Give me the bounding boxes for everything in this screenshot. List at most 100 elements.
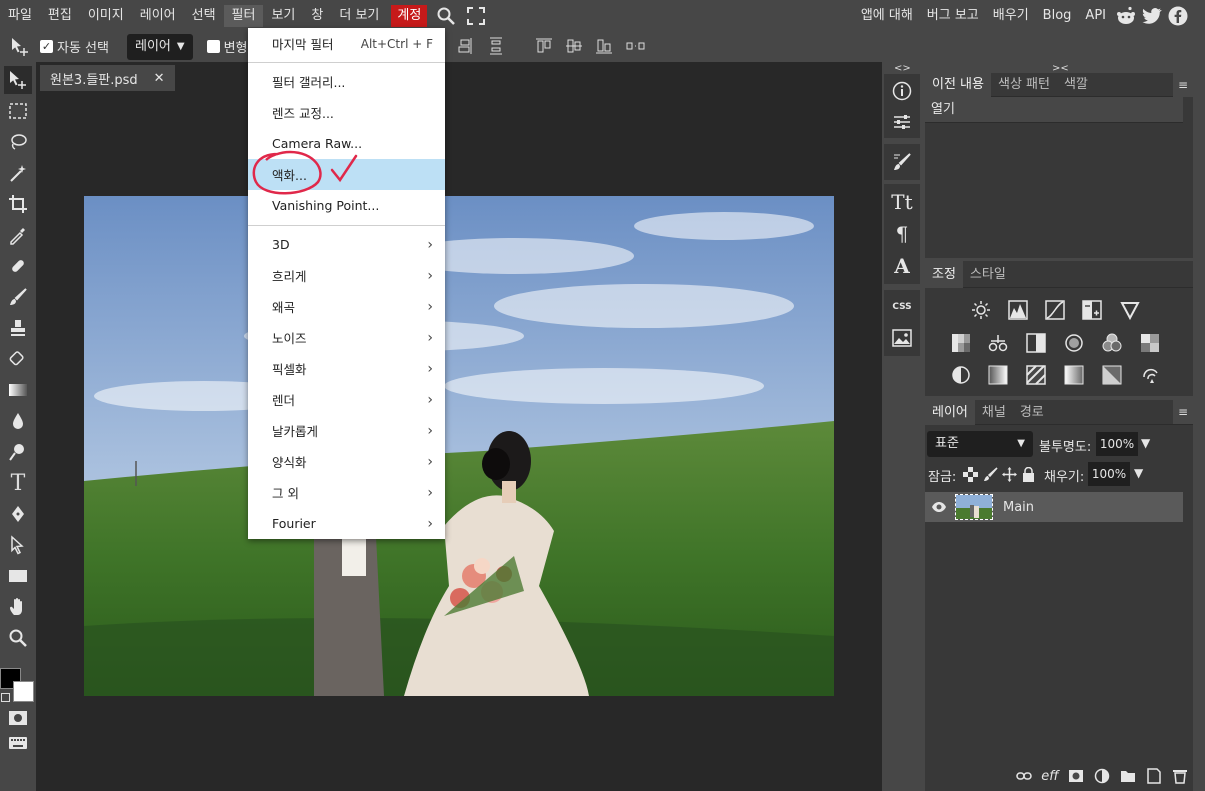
filter-menu-item-render[interactable]: 렌더 ›	[248, 384, 445, 415]
path-select-tool-icon[interactable]	[4, 531, 32, 559]
brightness-contrast-icon[interactable]	[970, 299, 992, 321]
layer-row[interactable]: Main	[925, 492, 1183, 522]
menu-account[interactable]: 계정	[391, 4, 428, 27]
link-about[interactable]: 앱에 대해	[854, 5, 920, 27]
filter-menu-item-fourier[interactable]: Fourier ›	[248, 508, 445, 539]
tab-adjustments[interactable]: 조정	[925, 260, 963, 288]
black-white-icon[interactable]	[1025, 332, 1047, 354]
filter-menu-item-last-filter[interactable]: 마지막 필터 Alt+Ctrl + F	[248, 28, 445, 59]
tab-channels[interactable]: 채널	[975, 400, 1013, 425]
add-mask-icon[interactable]	[1067, 767, 1085, 785]
vibrance-icon[interactable]	[1119, 299, 1141, 321]
opacity-dropdown-icon[interactable]: ▼	[1141, 436, 1150, 450]
default-colors-icon[interactable]	[1, 693, 10, 702]
menu-edit[interactable]: 편집	[40, 5, 80, 27]
fill-input[interactable]: 100%	[1088, 462, 1130, 486]
clone-stamp-tool-icon[interactable]	[4, 314, 32, 342]
color-swatches[interactable]	[0, 666, 36, 704]
link-api[interactable]: API	[1078, 5, 1113, 27]
character-icon[interactable]: Tt	[884, 187, 920, 217]
tab-swatches[interactable]: 색상 패턴	[991, 73, 1057, 97]
lock-transparency-icon[interactable]	[963, 467, 978, 482]
paragraph-icon[interactable]: ¶	[884, 219, 920, 249]
distribute-horizontal-icon[interactable]	[625, 37, 645, 55]
align-right-icon[interactable]	[457, 37, 475, 55]
type-tool-icon[interactable]: T	[4, 469, 32, 497]
gradient-map-icon[interactable]	[1063, 364, 1085, 386]
photo-filter-icon[interactable]	[1063, 332, 1085, 354]
color-lookup-icon[interactable]	[1139, 332, 1161, 354]
filter-menu-item-camera-raw[interactable]: Camera Raw...	[248, 128, 445, 159]
link-bug-report[interactable]: 버그 보고	[920, 5, 986, 27]
document-tab[interactable]: 원본3.들판.psd ✕	[40, 65, 175, 91]
menu-select[interactable]: 선택	[184, 5, 224, 27]
transform-controls-checkbox[interactable]	[206, 40, 220, 53]
gradient-tool-icon[interactable]	[4, 376, 32, 404]
link-layers-icon[interactable]	[1015, 767, 1033, 785]
delete-layer-icon[interactable]	[1171, 767, 1189, 785]
filter-menu-item-liquify[interactable]: 액화...	[248, 159, 445, 190]
tab-history[interactable]: 이전 내용	[925, 72, 991, 97]
eyedropper-tool-icon[interactable]	[4, 221, 32, 249]
image-icon[interactable]	[884, 323, 920, 353]
tab-layers[interactable]: 레이어	[925, 399, 975, 425]
eraser-tool-icon[interactable]	[4, 345, 32, 373]
move-tool-icon[interactable]	[4, 66, 32, 94]
brush-tool-icon[interactable]	[4, 283, 32, 311]
zoom-tool-icon[interactable]	[4, 624, 32, 652]
auto-select-toggle[interactable]: ✓ 자동 선택	[40, 37, 109, 56]
link-blog[interactable]: Blog	[1036, 5, 1079, 27]
menu-layer[interactable]: 레이어	[132, 5, 184, 27]
filter-menu-item-noise[interactable]: 노이즈 ›	[248, 322, 445, 353]
healing-brush-tool-icon[interactable]	[4, 252, 32, 280]
hand-tool-icon[interactable]	[4, 593, 32, 621]
reddit-icon[interactable]	[1113, 3, 1139, 29]
filter-menu-item-vanishing-point[interactable]: Vanishing Point...	[248, 190, 445, 221]
menu-file[interactable]: 파일	[0, 5, 40, 27]
crop-tool-icon[interactable]	[4, 190, 32, 218]
properties-icon[interactable]	[884, 107, 920, 137]
filter-menu-item-stylize[interactable]: 양식화 ›	[248, 446, 445, 477]
filter-menu-item-filter-gallery[interactable]: 필터 갤러리...	[248, 66, 445, 97]
filter-menu-item-lens-correction[interactable]: 렌즈 교정...	[248, 97, 445, 128]
filter-menu-item-distort[interactable]: 왜곡 ›	[248, 291, 445, 322]
glyphs-icon[interactable]: A	[884, 251, 920, 281]
filter-menu-item-sharpen[interactable]: 날카롭게 ›	[248, 415, 445, 446]
lock-move-icon[interactable]	[1002, 467, 1017, 482]
search-icon[interactable]	[431, 5, 461, 27]
hue-saturation-icon[interactable]	[950, 332, 972, 354]
new-group-icon[interactable]	[1119, 767, 1137, 785]
selective-color-icon[interactable]	[1101, 364, 1123, 386]
tab-color[interactable]: 색깔	[1057, 73, 1095, 97]
levels-icon[interactable]	[1007, 299, 1029, 321]
link-learn[interactable]: 배우기	[986, 5, 1036, 27]
magic-wand-tool-icon[interactable]	[4, 159, 32, 187]
rectangle-tool-icon[interactable]	[4, 562, 32, 590]
replace-color-icon[interactable]	[1139, 364, 1161, 386]
lock-all-icon[interactable]	[1021, 466, 1036, 482]
filter-menu-item-pixelate[interactable]: 픽셀화 ›	[248, 353, 445, 384]
transform-controls-toggle[interactable]: 변형	[206, 37, 248, 56]
auto-select-target-select[interactable]: 레이어 ▼	[126, 33, 193, 60]
invert-icon[interactable]	[950, 364, 972, 386]
align-middle-icon[interactable]	[565, 37, 583, 55]
exposure-icon[interactable]	[1081, 299, 1103, 321]
lasso-tool-icon[interactable]	[4, 128, 32, 156]
align-top-icon[interactable]	[535, 37, 553, 55]
threshold-icon[interactable]	[1025, 364, 1047, 386]
quick-mask-icon[interactable]	[4, 704, 32, 732]
pen-tool-icon[interactable]	[4, 500, 32, 528]
twitter-icon[interactable]	[1139, 3, 1165, 29]
lock-paint-icon[interactable]	[983, 467, 998, 482]
fill-dropdown-icon[interactable]: ▼	[1134, 466, 1143, 480]
fullscreen-icon[interactable]	[461, 5, 491, 27]
document-image[interactable]	[84, 196, 834, 696]
opacity-input[interactable]: 100%	[1096, 432, 1138, 456]
curves-icon[interactable]	[1044, 299, 1066, 321]
blur-tool-icon[interactable]	[4, 407, 32, 435]
facebook-icon[interactable]	[1165, 3, 1191, 29]
adjustment-layer-icon[interactable]	[1093, 767, 1111, 785]
brush-settings-icon[interactable]	[884, 147, 920, 177]
history-panel-menu-icon[interactable]: ≡	[1173, 73, 1193, 97]
auto-select-checkbox[interactable]: ✓	[40, 40, 53, 53]
